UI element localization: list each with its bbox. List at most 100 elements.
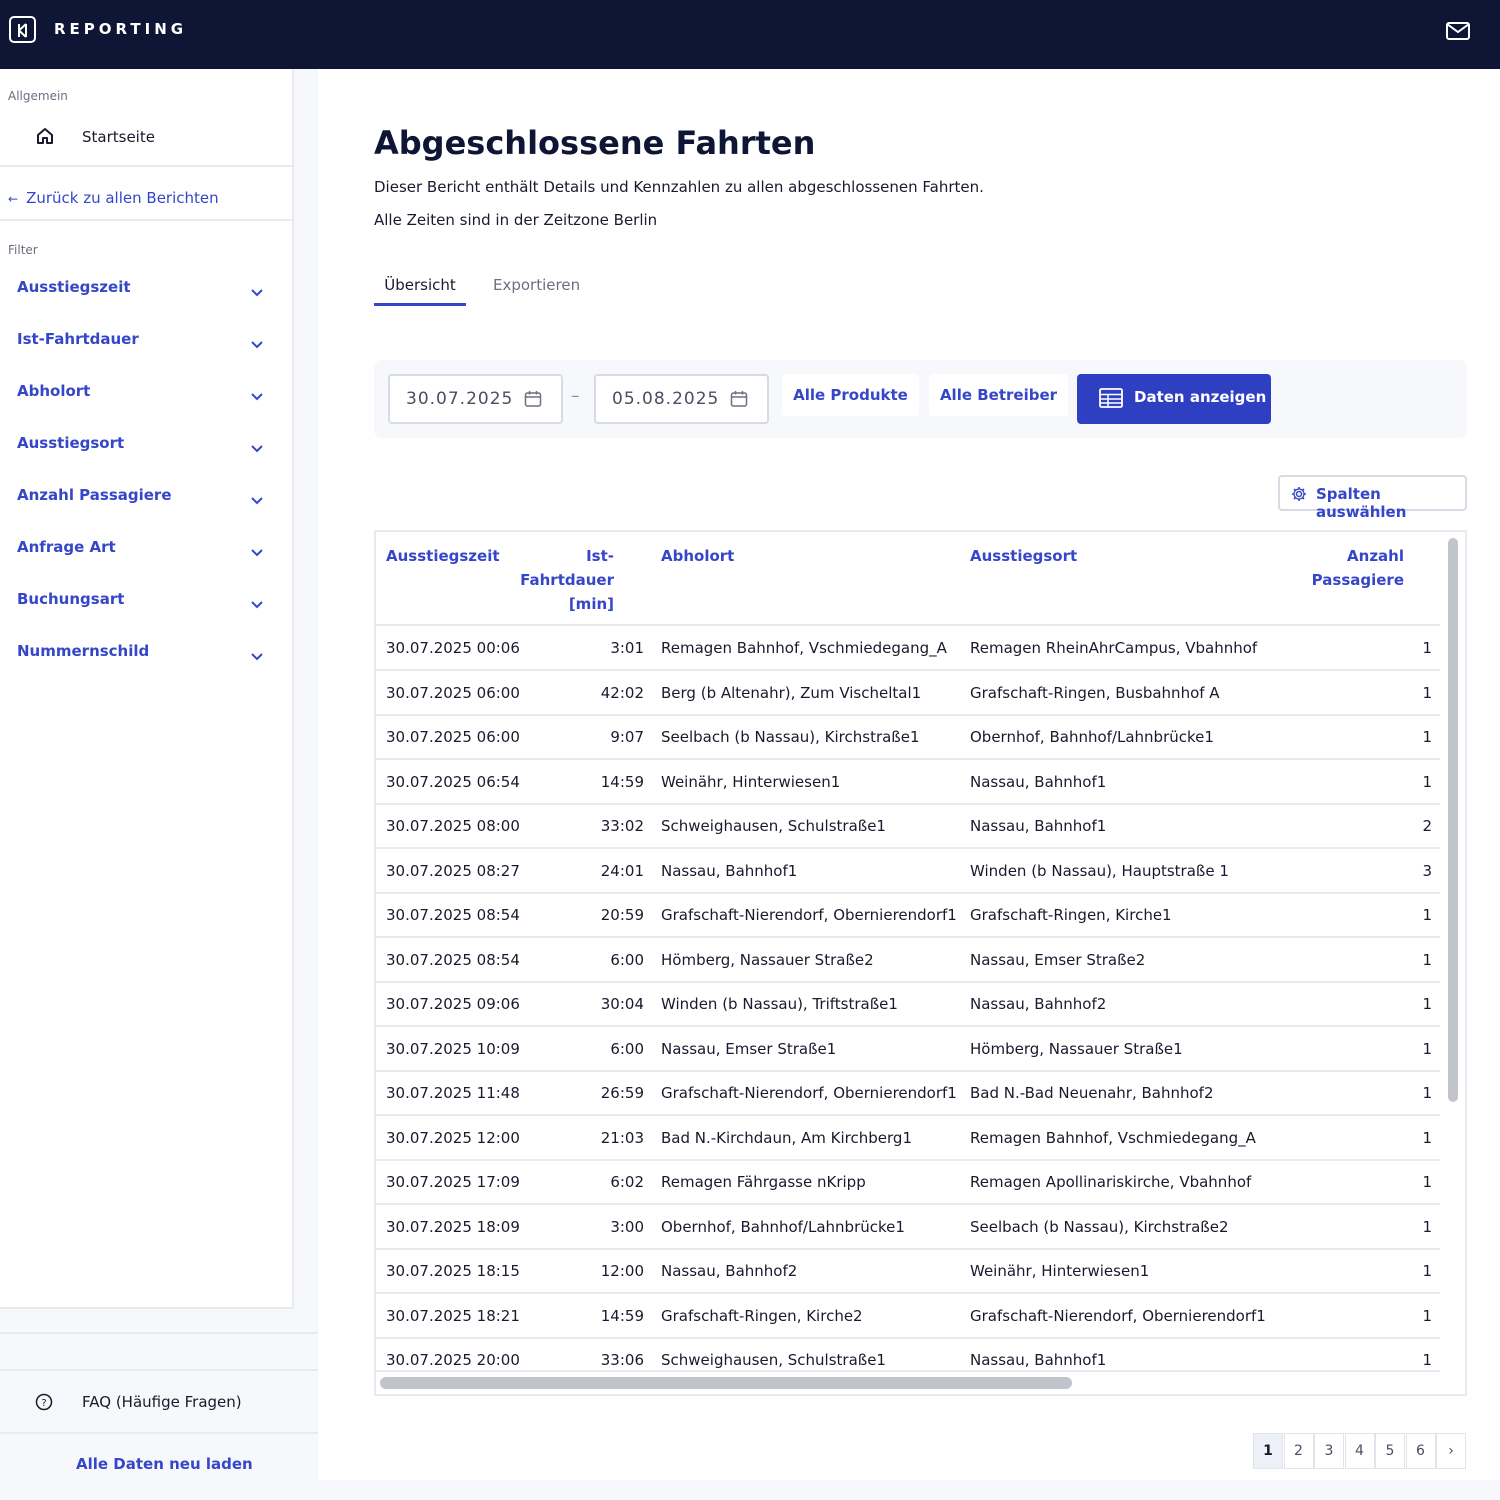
tab-export[interactable]: Exportieren	[493, 276, 580, 294]
table-row[interactable]: 30.07.2025 17:09 6:02 Remagen Fährgasse nK…	[376, 1160, 1440, 1205]
filter-passenger-count[interactable]: Anzahl Passagiere	[17, 482, 277, 512]
divider	[0, 1332, 318, 1334]
table-cell-time: 30.07.2025 08:00	[386, 817, 520, 835]
logo-icon[interactable]	[9, 16, 36, 43]
table-icon	[1099, 388, 1123, 412]
table-cell-time: 30.07.2025 06:00	[386, 683, 520, 702]
table-cell-to: Grafschaft-Ringen, Busbahnhof A	[970, 683, 1220, 702]
chevron-down-icon	[250, 490, 264, 509]
table-cell-pax: 1	[1422, 772, 1432, 791]
calendar-icon[interactable]	[730, 390, 748, 412]
filter-label: Ausstiegsort	[17, 434, 125, 452]
table-cell-pax: 1	[1422, 995, 1432, 1013]
table-row[interactable]: 30.07.2025 11:48 26:59 Grafschaft-Nierendo…	[376, 1071, 1440, 1116]
table-row[interactable]: 30.07.2025 08:27 24:01 Nassau, Bahnhof1 Win…	[376, 849, 1440, 894]
table-cell-pax: 1	[1422, 728, 1432, 746]
table-cell-time: 30.07.2025 17:09	[386, 1173, 520, 1191]
chevron-down-icon	[250, 438, 264, 457]
table-row[interactable]: 30.07.2025 18:09 3:00 Obernhof, Bahnhof/La…	[376, 1205, 1440, 1250]
table-cell-from: Remagen Bahnhof, Vschmiedegang_A	[661, 639, 947, 657]
table-row[interactable]: 30.07.2025 00:06 3:01 Remagen Bahnhof, Vsc…	[376, 626, 1440, 671]
filter-bar: 30.07.2025 – 05.08.2025 Alle Produkte Al…	[374, 360, 1467, 438]
page-button[interactable]: 4	[1344, 1433, 1375, 1469]
table-row[interactable]: 30.07.2025 09:06 30:04 Winden (b Nassau), …	[376, 982, 1440, 1027]
table-cell-from: Schweighausen, Schulstraße1	[661, 1351, 886, 1369]
column-header-passengers[interactable]: Anzahl Passagiere	[1296, 544, 1404, 592]
column-header-duration[interactable]: Ist- Fahrtdauer [min]	[506, 544, 614, 616]
filter-pickup-location[interactable]: Abholort	[17, 378, 277, 408]
filter-dropoff-location[interactable]: Ausstiegsort	[17, 430, 277, 460]
table-row[interactable]: 30.07.2025 10:09 6:00 Nassau, Emser Straße…	[376, 1027, 1440, 1072]
table-row[interactable]: 30.07.2025 18:21 14:59 Grafschaft-Ringen, …	[376, 1294, 1440, 1339]
filter-request-type[interactable]: Anfrage Art	[17, 534, 277, 564]
table-cell-to: Remagen Bahnhof, Vschmiedegang_A	[970, 1128, 1256, 1147]
table-cell-from: Nassau, Emser Straße1	[661, 1039, 837, 1058]
column-header-duration-line: Ist-	[586, 547, 614, 565]
table-cell-to: Remagen RheinAhrCampus, Vbahnhof	[970, 639, 1258, 657]
page-button[interactable]: 1	[1253, 1433, 1283, 1469]
table-cell-to: Nassau, Bahnhof1	[970, 817, 1107, 835]
date-to-input[interactable]: 05.08.2025	[594, 374, 769, 424]
table-cell-to: Bad N.-Bad Neuenahr, Bahnhof2	[970, 1084, 1214, 1102]
all-operators-button[interactable]: Alle Betreiber	[929, 374, 1068, 416]
gear-icon	[1291, 486, 1307, 506]
table-cell-pax: 3	[1422, 861, 1432, 880]
table-cell-time: 30.07.2025 08:27	[386, 861, 520, 880]
page-button[interactable]: 6	[1405, 1433, 1436, 1469]
table-cell-from: Weinähr, Hinterwiesen1	[661, 772, 841, 791]
page-button[interactable]: 2	[1283, 1433, 1314, 1469]
page-button[interactable]: 3	[1314, 1433, 1344, 1469]
table-cell-to: Nassau, Bahnhof1	[970, 1351, 1107, 1369]
help-circle-icon: ?	[35, 1393, 53, 1415]
all-products-button[interactable]: Alle Produkte	[782, 374, 919, 416]
reload-data-button[interactable]: Alle Daten neu laden	[76, 1455, 253, 1473]
horizontal-scrollbar-thumb[interactable]	[380, 1377, 1072, 1389]
filter-license-plate[interactable]: Nummernschild	[17, 638, 277, 668]
vertical-scrollbar-thumb[interactable]	[1448, 538, 1458, 1102]
faq-link[interactable]: ? FAQ (Häufige Fragen)	[0, 1387, 318, 1419]
back-to-reports-link[interactable]: ← Zurück zu allen Berichten	[8, 189, 219, 207]
filter-booking-type[interactable]: Buchungsart	[17, 586, 277, 616]
table-cell-to: Obernhof, Bahnhof/Lahnbrücke1	[970, 728, 1214, 746]
date-from-input[interactable]: 30.07.2025	[388, 374, 563, 424]
column-header-dropoff[interactable]: Ausstiegsort	[970, 544, 1077, 568]
table-cell-duration: 9:07	[610, 728, 644, 746]
table-row[interactable]: 30.07.2025 18:15 12:00 Nassau, Bahnhof2 Wei…	[376, 1249, 1440, 1294]
tab-overview[interactable]: Übersicht	[374, 276, 466, 306]
page-button[interactable]: 5	[1375, 1433, 1405, 1469]
divider	[0, 1432, 318, 1434]
select-columns-button[interactable]: Spalten auswählen	[1278, 475, 1467, 521]
next-page-button[interactable]: ›	[1436, 1433, 1466, 1469]
table-row[interactable]: 30.07.2025 06:54 14:59 Weinähr, Hinterwies…	[376, 760, 1440, 805]
divider	[0, 1369, 318, 1371]
sidebar: Allgemein Startseite ← Zurück zu allen Be…	[0, 69, 318, 1500]
calendar-icon[interactable]	[524, 390, 542, 412]
date-range-separator: –	[571, 386, 580, 406]
table-cell-to: Nassau, Bahnhof1	[970, 772, 1107, 791]
table-row[interactable]: 30.07.2025 08:54 6:00 Hömberg, Nassauer St…	[376, 938, 1440, 983]
table-row[interactable]: 30.07.2025 08:54 20:59 Grafschaft-Nierendo…	[376, 893, 1440, 938]
back-link-label: Zurück zu allen Berichten	[26, 189, 219, 207]
filter-actual-duration[interactable]: Ist-Fahrtdauer	[17, 326, 277, 356]
page-description: Dieser Bericht enthält Details und Kennz…	[374, 178, 984, 196]
column-header-pickup[interactable]: Abholort	[661, 544, 734, 568]
table-row[interactable]: 30.07.2025 06:00 42:02 Berg (b Altenahr), …	[376, 671, 1440, 716]
table-row[interactable]: 30.07.2025 12:00 21:03 Bad N.-Kirchdaun, A…	[376, 1116, 1440, 1161]
column-header-duration-line: Fahrtdauer	[520, 571, 614, 589]
filter-label: Anfrage Art	[17, 538, 116, 556]
chevron-down-icon	[250, 282, 264, 301]
column-header-duration-line: [min]	[568, 595, 614, 613]
table-cell-time: 30.07.2025 09:06	[386, 995, 520, 1013]
table-cell-pax: 1	[1422, 1217, 1432, 1236]
sidebar-item-home[interactable]: Startseite	[0, 117, 292, 167]
table-row[interactable]: 30.07.2025 06:00 9:07 Seelbach (b Nassau),…	[376, 715, 1440, 760]
table-cell-pax: 1	[1422, 1351, 1432, 1369]
footer-strip	[318, 1480, 1500, 1500]
table-cell-duration: 12:00	[600, 1262, 644, 1280]
table-row[interactable]: 30.07.2025 08:00 33:02 Schweighausen, Schu…	[376, 804, 1440, 849]
show-data-button[interactable]: Daten anzeigen	[1077, 374, 1271, 424]
filter-exit-time[interactable]: Ausstiegszeit	[17, 274, 277, 304]
mail-icon[interactable]	[1446, 22, 1470, 44]
column-header-exit-time[interactable]: Ausstiegszeit	[386, 544, 500, 568]
table-cell-duration: 14:59	[600, 772, 644, 791]
